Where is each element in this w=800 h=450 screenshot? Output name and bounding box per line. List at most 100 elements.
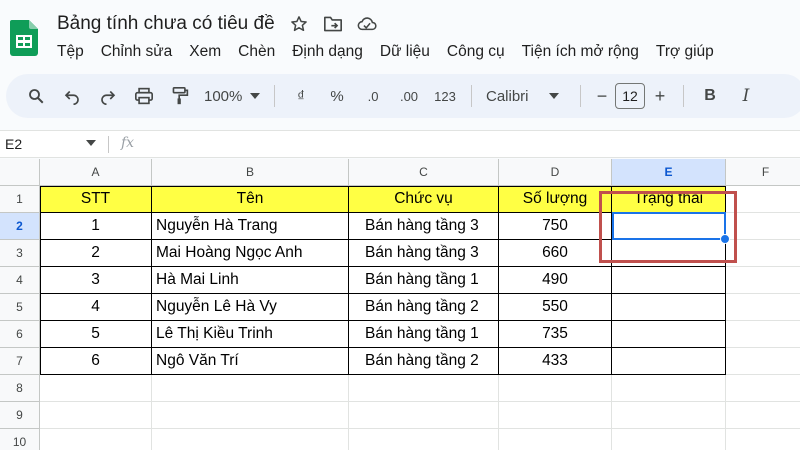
empty-cell[interactable] — [726, 267, 800, 294]
cell-stt[interactable]: 5 — [40, 321, 152, 348]
format-currency-button[interactable]: ₫ — [283, 81, 319, 111]
document-title[interactable]: Bảng tính chưa có tiêu đề — [57, 13, 275, 35]
menu-view[interactable]: Xem — [189, 43, 221, 61]
empty-cell[interactable] — [349, 402, 499, 429]
empty-cell[interactable] — [612, 429, 726, 450]
cell-status[interactable] — [612, 213, 726, 240]
search-icon[interactable] — [18, 81, 54, 111]
header-cell-quantity[interactable]: Số lượng — [499, 186, 612, 213]
cell-quantity[interactable]: 660 — [499, 240, 612, 267]
cell-quantity[interactable]: 433 — [499, 348, 612, 375]
decrease-decimal-button[interactable]: .0 — [355, 81, 391, 111]
row-header-2[interactable]: 2 — [0, 213, 40, 240]
empty-cell[interactable] — [40, 402, 152, 429]
cell-name[interactable]: Nguyễn Lê Hà Vy — [152, 294, 349, 321]
bold-button[interactable]: B — [692, 81, 728, 111]
cell-name[interactable]: Nguyễn Hà Trang — [152, 213, 349, 240]
row-header-4[interactable]: 4 — [0, 267, 40, 294]
cell-status[interactable] — [612, 348, 726, 375]
empty-cell[interactable] — [499, 402, 612, 429]
empty-cell[interactable] — [726, 402, 800, 429]
row-header-5[interactable]: 5 — [0, 294, 40, 321]
row-header-6[interactable]: 6 — [0, 321, 40, 348]
cell-quantity[interactable]: 550 — [499, 294, 612, 321]
empty-cell[interactable] — [499, 375, 612, 402]
star-icon[interactable] — [289, 14, 309, 34]
cell-stt[interactable]: 3 — [40, 267, 152, 294]
more-formats-button[interactable]: 123 — [427, 81, 463, 111]
cell-stt[interactable]: 6 — [40, 348, 152, 375]
cell-position[interactable]: Bán hàng tầng 2 — [349, 348, 499, 375]
menu-data[interactable]: Dữ liệu — [380, 43, 430, 61]
chevron-down-icon[interactable] — [86, 140, 96, 146]
column-header-d[interactable]: D — [499, 159, 612, 186]
row-header-3[interactable]: 3 — [0, 240, 40, 267]
empty-cell[interactable] — [612, 402, 726, 429]
font-select[interactable]: Calibri — [480, 81, 572, 111]
header-cell-stt[interactable]: STT — [40, 186, 152, 213]
cell-name[interactable]: Ngô Văn Trí — [152, 348, 349, 375]
cell-quantity[interactable]: 735 — [499, 321, 612, 348]
row-header-7[interactable]: 7 — [0, 348, 40, 375]
select-all-corner[interactable] — [0, 159, 40, 186]
column-header-b[interactable]: B — [152, 159, 349, 186]
increase-decimal-button[interactable]: .00 — [391, 81, 427, 111]
cell-position[interactable]: Bán hàng tầng 3 — [349, 213, 499, 240]
cell-position[interactable]: Bán hàng tầng 3 — [349, 240, 499, 267]
empty-cell[interactable] — [726, 294, 800, 321]
cell-name[interactable]: Mai Hoàng Ngọc Anh — [152, 240, 349, 267]
empty-cell[interactable] — [152, 375, 349, 402]
menu-insert[interactable]: Chèn — [238, 43, 275, 61]
empty-cell[interactable] — [726, 213, 800, 240]
italic-button[interactable]: I — [728, 81, 764, 111]
cell-position[interactable]: Bán hàng tầng 1 — [349, 321, 499, 348]
cell-status[interactable] — [612, 240, 726, 267]
empty-cell[interactable] — [612, 375, 726, 402]
cell-stt[interactable]: 4 — [40, 294, 152, 321]
decrease-font-size-button[interactable]: − — [589, 81, 615, 111]
cell-position[interactable]: Bán hàng tầng 2 — [349, 294, 499, 321]
redo-icon[interactable] — [90, 81, 126, 111]
cell-quantity[interactable]: 490 — [499, 267, 612, 294]
font-size-input[interactable]: 12 — [615, 83, 645, 109]
empty-cell[interactable] — [349, 429, 499, 450]
format-percent-button[interactable]: % — [319, 81, 355, 111]
sheets-logo-icon[interactable] — [10, 20, 38, 56]
cell-stt[interactable]: 1 — [40, 213, 152, 240]
header-cell-status[interactable]: Trạng thái — [612, 186, 726, 213]
header-cell-name[interactable]: Tên — [152, 186, 349, 213]
column-header-a[interactable]: A — [40, 159, 152, 186]
empty-cell[interactable] — [40, 375, 152, 402]
empty-cell[interactable] — [152, 402, 349, 429]
empty-cell[interactable] — [726, 186, 800, 213]
menu-edit[interactable]: Chỉnh sửa — [101, 43, 173, 61]
menu-format[interactable]: Định dạng — [292, 43, 363, 61]
cell-quantity[interactable]: 750 — [499, 213, 612, 240]
increase-font-size-button[interactable]: + — [645, 81, 675, 111]
row-header-8[interactable]: 8 — [0, 375, 40, 402]
row-header-10[interactable]: 10 — [0, 429, 40, 450]
menu-help[interactable]: Trợ giúp — [656, 43, 714, 61]
print-icon[interactable] — [126, 81, 162, 111]
zoom-select[interactable]: 100% — [198, 81, 266, 111]
cell-name[interactable]: Hà Mai Linh — [152, 267, 349, 294]
cell-position[interactable]: Bán hàng tầng 1 — [349, 267, 499, 294]
cell-status[interactable] — [612, 321, 726, 348]
empty-cell[interactable] — [726, 240, 800, 267]
empty-cell[interactable] — [499, 429, 612, 450]
column-header-e[interactable]: E — [612, 159, 726, 186]
row-header-1[interactable]: 1 — [0, 186, 40, 213]
move-to-folder-icon[interactable] — [323, 14, 343, 34]
paint-format-icon[interactable] — [162, 81, 198, 111]
cell-name[interactable]: Lê Thị Kiều Trinh — [152, 321, 349, 348]
column-header-c[interactable]: C — [349, 159, 499, 186]
empty-cell[interactable] — [726, 348, 800, 375]
empty-cell[interactable] — [726, 321, 800, 348]
empty-cell[interactable] — [40, 429, 152, 450]
undo-icon[interactable] — [54, 81, 90, 111]
fill-handle[interactable] — [720, 234, 730, 244]
empty-cell[interactable] — [349, 375, 499, 402]
row-header-9[interactable]: 9 — [0, 402, 40, 429]
empty-cell[interactable] — [152, 429, 349, 450]
menu-tools[interactable]: Công cụ — [447, 43, 505, 61]
